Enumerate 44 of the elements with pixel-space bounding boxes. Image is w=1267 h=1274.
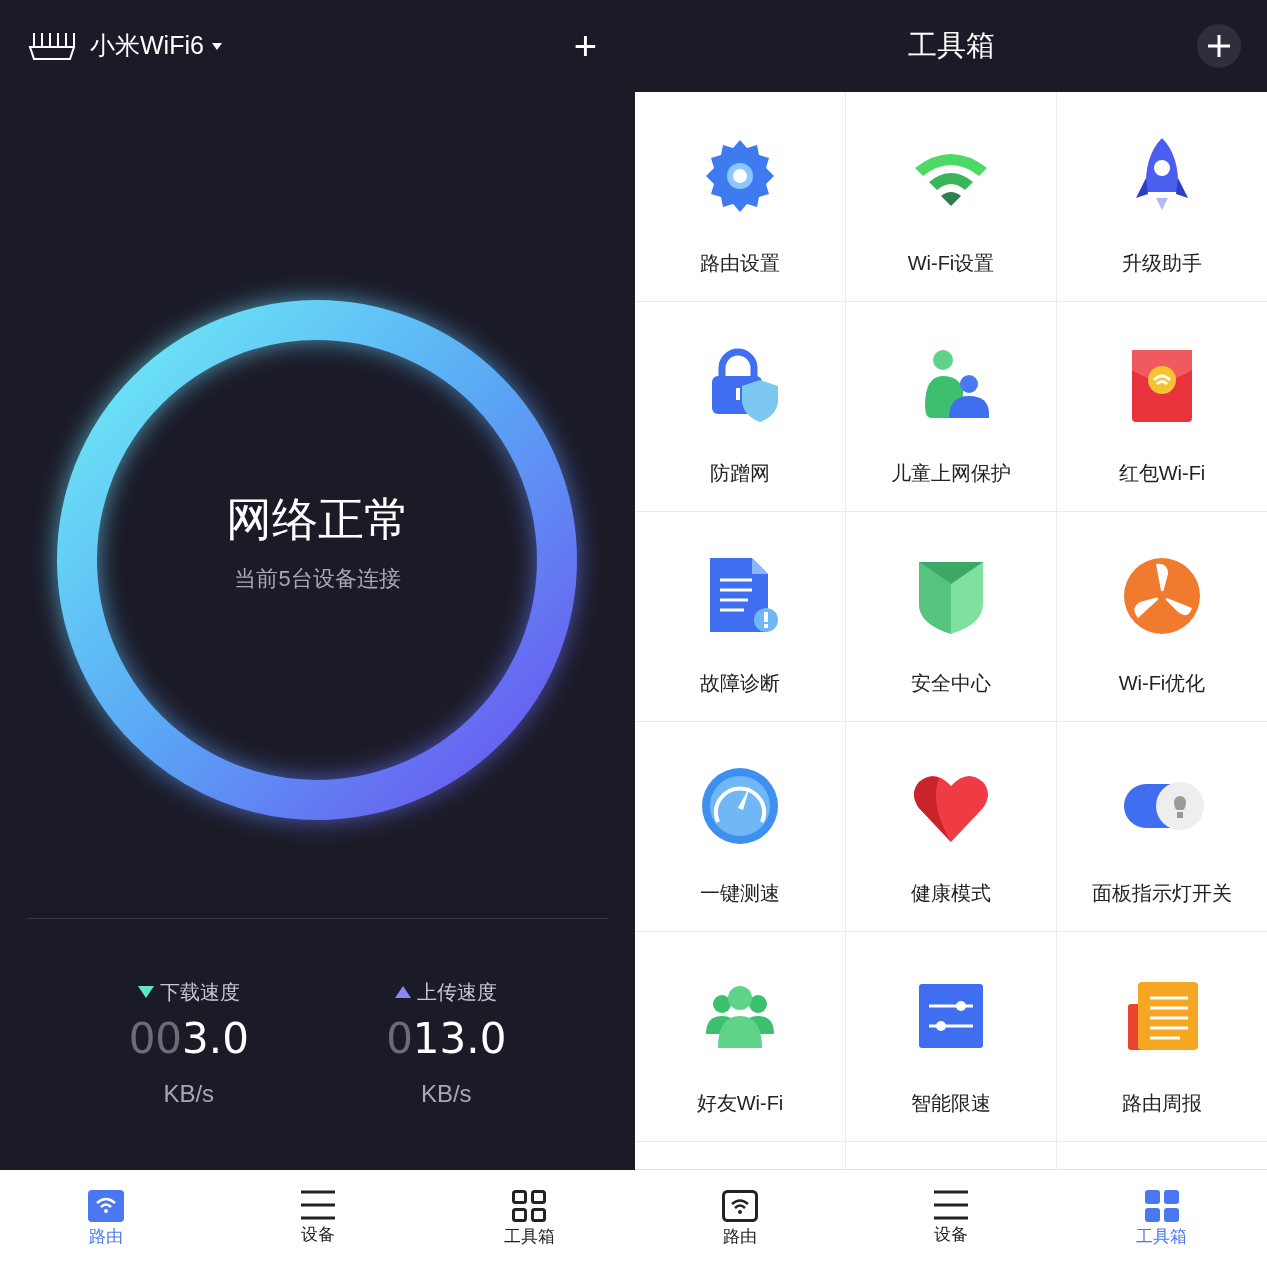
status-subtitle: 当前5台设备连接 (234, 565, 401, 593)
page-title: 工具箱 (907, 28, 995, 64)
menu-icon (300, 1190, 335, 1220)
status-title: 网络正常 (225, 492, 410, 547)
dropdown-caret-icon[interactable] (211, 42, 222, 50)
tool-tile[interactable]: 面板指示灯开关 (1057, 722, 1267, 931)
up-triangle-icon (395, 986, 412, 998)
tool-tile[interactable]: 路由周报 (1057, 932, 1267, 1141)
tool-tile[interactable]: 健康模式 (846, 722, 1056, 931)
tool-tile[interactable]: 升级助手 (1057, 92, 1267, 301)
tool-tile[interactable]: 儿童上网保护 (846, 302, 1056, 511)
tab[interactable]: 路由 (0, 1190, 212, 1250)
tool-tile[interactable]: 红包Wi-Fi (1057, 302, 1267, 511)
speed-label: 下载速度 (159, 980, 240, 1005)
plus-icon (1208, 35, 1230, 57)
tool-tile[interactable]: 安全中心 (846, 512, 1056, 721)
tool-tile[interactable]: 一键测速 (635, 722, 845, 931)
tool-tile[interactable]: Wi-Fi优化 (1057, 512, 1267, 721)
tool-tile[interactable]: 智能限速 (846, 932, 1056, 1141)
tool-tile[interactable]: 好友Wi-Fi (635, 932, 845, 1141)
speed-value: 013.0 (386, 1013, 507, 1065)
tab[interactable]: 路由 (635, 1190, 846, 1250)
tool-tile[interactable]: 路由设置 (635, 92, 845, 301)
grid-icon (512, 1190, 547, 1222)
tool-tile[interactable]: 故障诊断 (635, 512, 845, 721)
wifi-icon (722, 1190, 759, 1222)
speed-label: 上传速度 (417, 980, 498, 1005)
tab[interactable]: 设备 (845, 1190, 1057, 1248)
down-triangle-icon (137, 986, 154, 998)
router-icon (28, 31, 76, 61)
menu-icon (934, 1190, 968, 1220)
tab[interactable]: 设备 (211, 1190, 424, 1248)
grid-icon (1144, 1190, 1179, 1222)
tab[interactable]: 工具箱 (1056, 1190, 1267, 1250)
wifi-icon (87, 1190, 124, 1222)
add-button[interactable]: + (573, 26, 597, 66)
speed-unit: KB/s (420, 1078, 472, 1109)
speed-value: 003.0 (128, 1013, 249, 1065)
add-button[interactable] (1197, 24, 1241, 68)
tool-tile[interactable]: Wi-Fi设置 (846, 92, 1056, 301)
router-name[interactable]: 小米WiFi6 (90, 27, 204, 65)
tab[interactable]: 工具箱 (423, 1190, 635, 1250)
tool-tile[interactable]: 防蹭网 (635, 302, 845, 511)
speed-unit: KB/s (163, 1078, 215, 1109)
